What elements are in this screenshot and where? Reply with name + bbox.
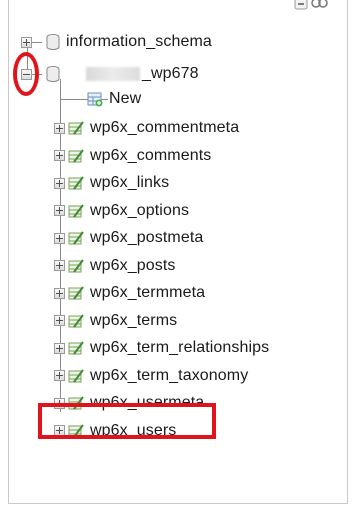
expand-icon[interactable] <box>54 205 65 216</box>
table-item-wp6x-links[interactable]: wp6x_links <box>54 171 169 195</box>
table-icon <box>68 341 84 355</box>
expand-icon[interactable] <box>54 122 65 134</box>
table-icon <box>68 258 84 273</box>
table-item-wp6x-term-relationships[interactable]: wp6x_term_relationships <box>54 336 269 360</box>
expand-icon[interactable] <box>54 150 65 161</box>
table-item-wp6x-terms[interactable]: wp6x_terms <box>54 309 177 333</box>
new-label[interactable]: New <box>109 87 141 111</box>
expand-icon[interactable] <box>54 177 65 189</box>
expand-icon[interactable] <box>54 315 65 326</box>
table-name[interactable]: wp6x_term_taxonomy <box>90 364 248 388</box>
expand-icon[interactable] <box>54 232 65 244</box>
database-name[interactable]: information_schema <box>66 30 212 54</box>
database-item-wp678[interactable]: _wp678 <box>21 62 199 86</box>
table-name[interactable]: wp6x_terms <box>90 309 177 333</box>
highlight-ellipse <box>13 52 39 96</box>
table-item-wp6x-termmeta[interactable]: wp6x_termmeta <box>54 281 205 305</box>
table-name[interactable]: wp6x_commentmeta <box>90 116 239 140</box>
table-icon <box>68 148 84 163</box>
database-icon <box>46 34 60 50</box>
new-table-item[interactable]: New <box>87 87 141 111</box>
table-icon <box>68 368 84 383</box>
table-icon <box>68 121 84 135</box>
table-item-wp6x-options[interactable]: wp6x_options <box>54 199 189 223</box>
table-name[interactable]: wp6x_links <box>90 171 169 195</box>
new-table-icon <box>87 92 103 107</box>
table-item-wp6x-comments[interactable]: wp6x_comments <box>54 144 211 168</box>
highlight-rectangle <box>38 403 216 439</box>
database-item-information-schema[interactable]: information_schema <box>21 30 212 54</box>
database-icon <box>46 66 60 82</box>
expand-icon[interactable] <box>21 36 32 48</box>
table-name[interactable]: wp6x_posts <box>90 254 176 278</box>
table-item-wp6x-term-taxonomy[interactable]: wp6x_term_taxonomy <box>54 364 248 388</box>
table-name[interactable]: wp6x_options <box>90 199 189 223</box>
database-name[interactable]: _wp678 <box>142 62 199 86</box>
table-icon <box>68 313 84 328</box>
redacted-database-prefix <box>86 67 140 81</box>
tree-connector <box>32 41 42 43</box>
table-name[interactable]: wp6x_comments <box>90 144 211 168</box>
expand-icon[interactable] <box>54 287 65 299</box>
expand-icon[interactable] <box>54 342 65 354</box>
table-item-wp6x-commentmeta[interactable]: wp6x_commentmeta <box>54 116 239 140</box>
expand-icon[interactable] <box>54 260 65 271</box>
table-name[interactable]: wp6x_postmeta <box>90 226 203 250</box>
table-item-wp6x-posts[interactable]: wp6x_posts <box>54 254 176 278</box>
table-name[interactable]: wp6x_term_relationships <box>90 336 269 360</box>
database-tree: information_schema _wp678 New wp6x_comme… <box>0 0 359 506</box>
expand-icon[interactable] <box>54 370 65 381</box>
table-name[interactable]: wp6x_termmeta <box>90 281 205 305</box>
table-icon <box>68 286 84 300</box>
table-item-wp6x-postmeta[interactable]: wp6x_postmeta <box>54 226 203 250</box>
table-icon <box>68 231 84 245</box>
table-icon <box>68 176 84 190</box>
table-icon <box>68 203 84 218</box>
